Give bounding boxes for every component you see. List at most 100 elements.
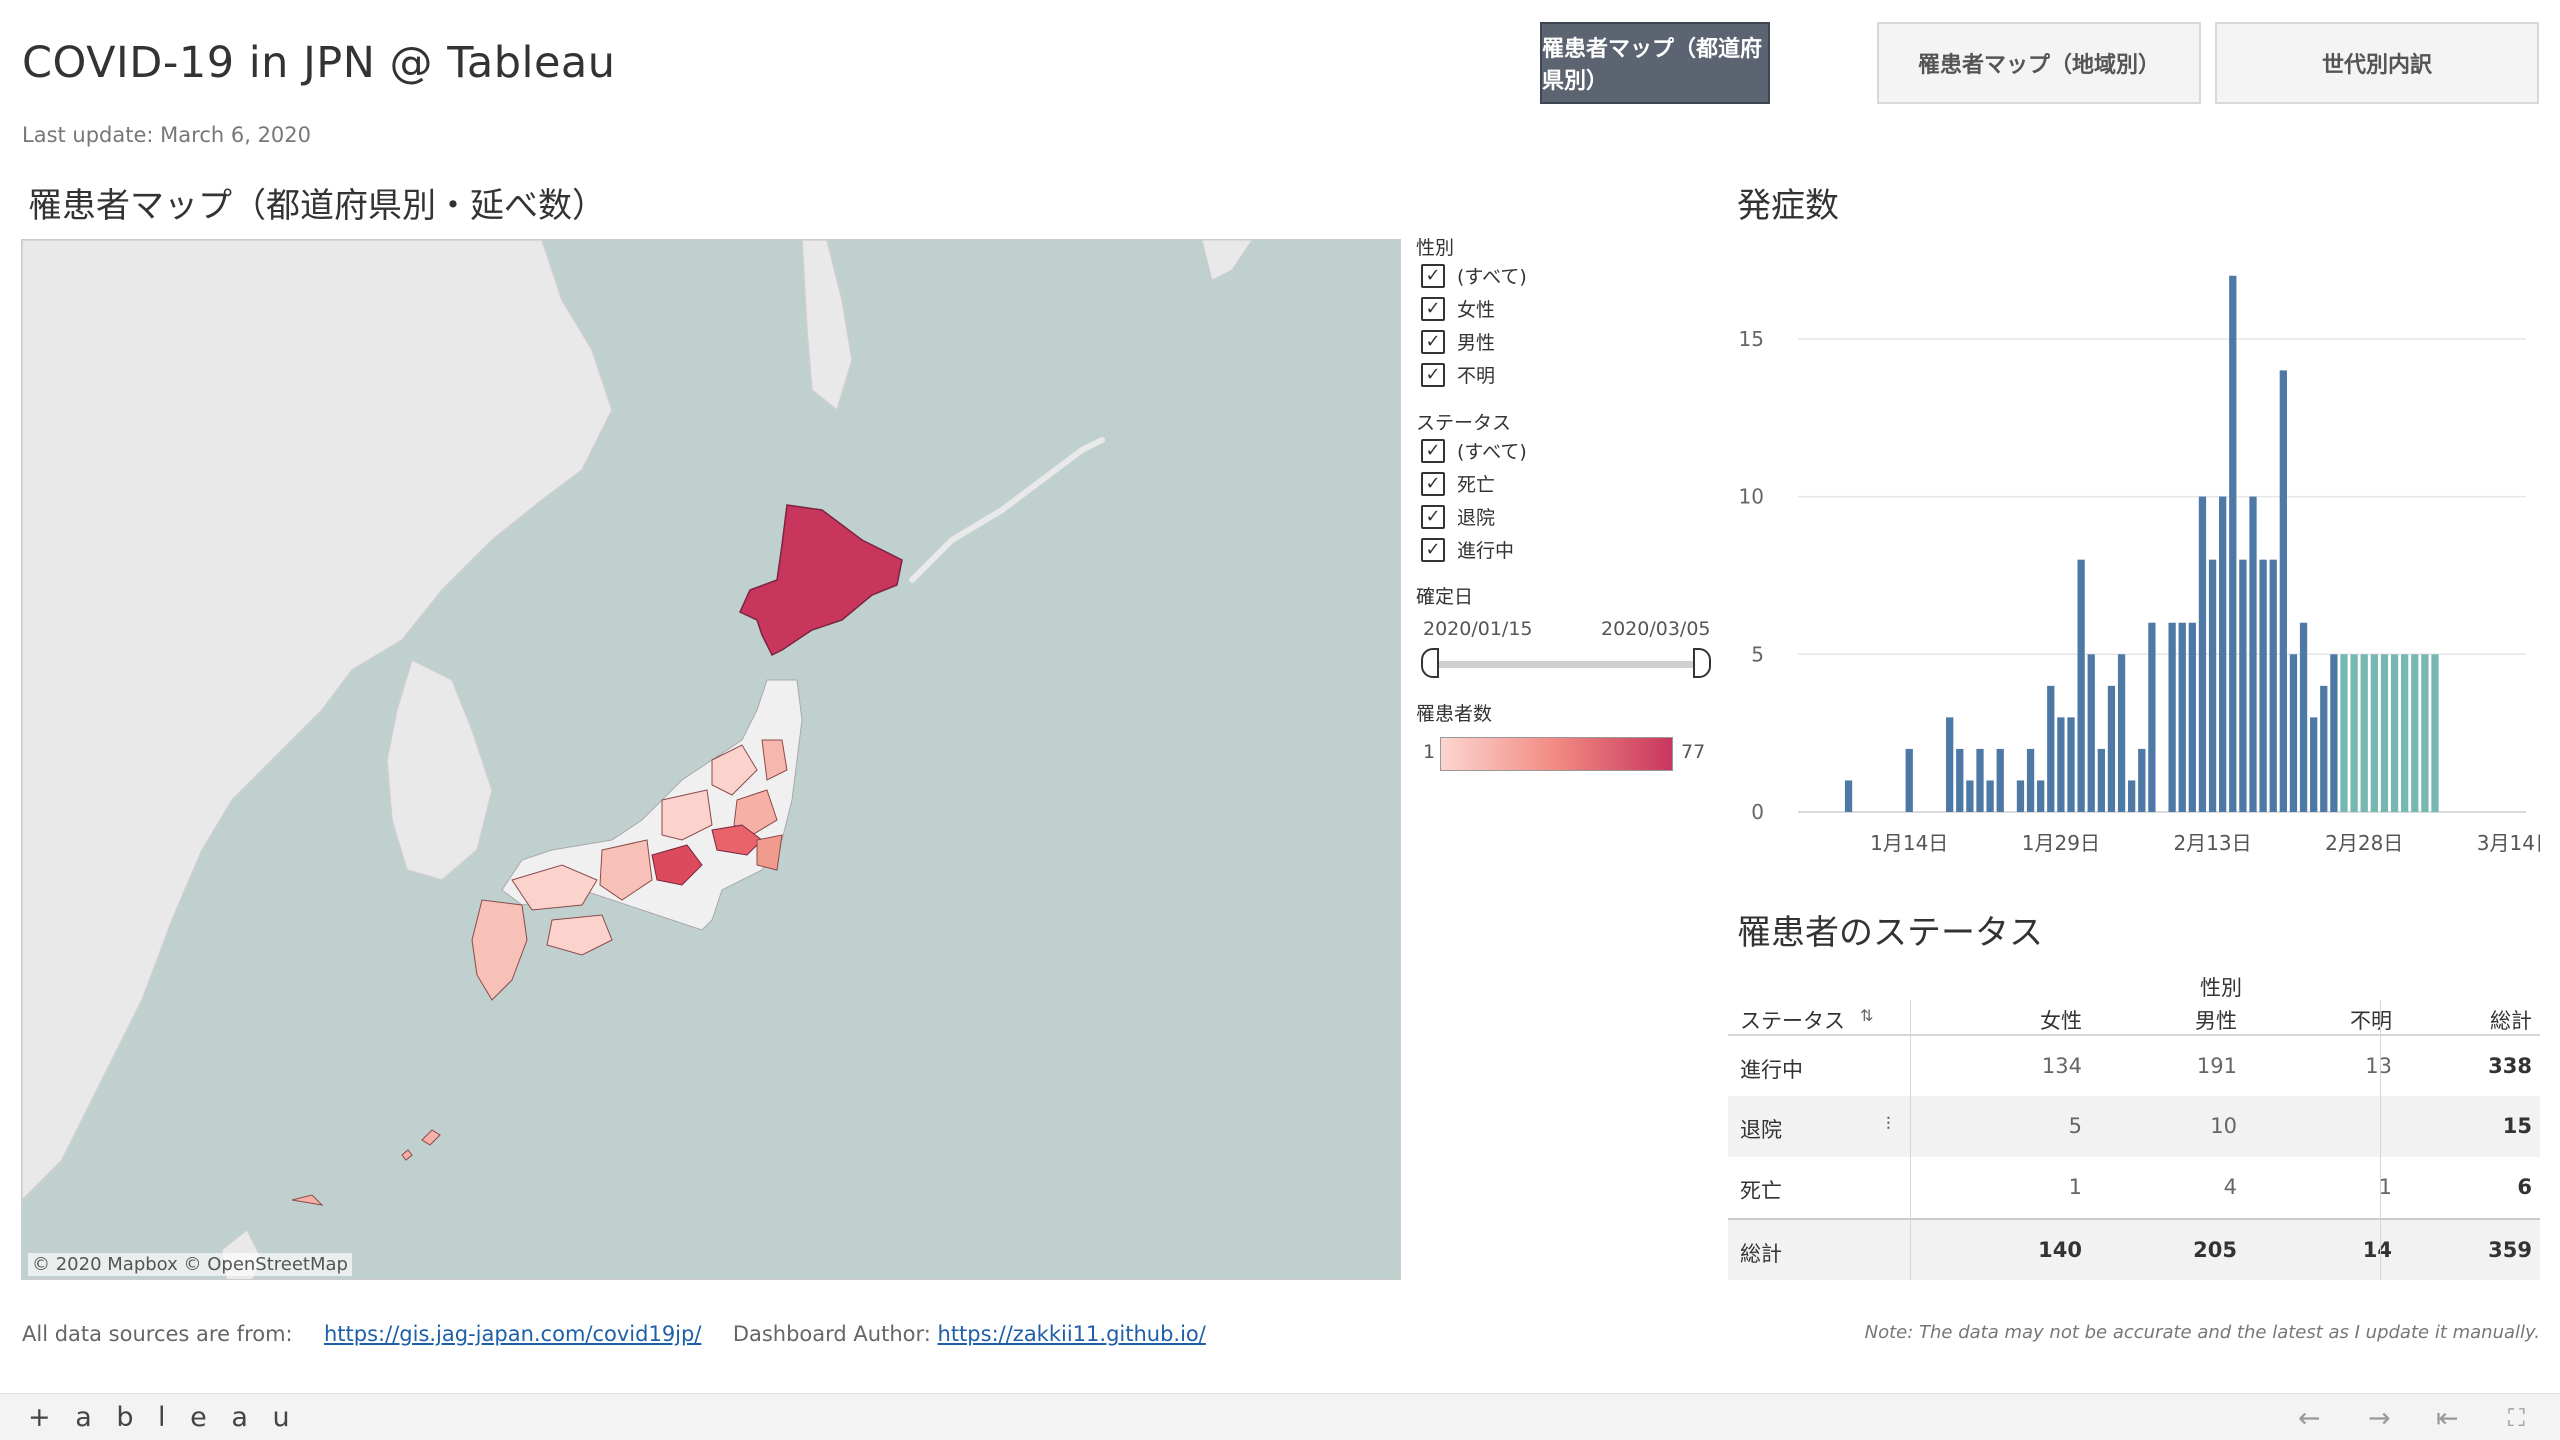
row-label: 退院: [1740, 1118, 1782, 1142]
onset-bar-chart[interactable]: 0 5 10 15 1月14日 1月29日 2月13日 2月28日 3月14日: [1728, 240, 2540, 880]
chart-bar[interactable]: [2117, 654, 2126, 812]
chart-bar[interactable]: [2431, 654, 2439, 812]
author-link[interactable]: https://zakkii11.github.io/: [938, 1322, 1206, 1346]
chart-bar[interactable]: [1996, 748, 2004, 812]
tab-prefecture-map[interactable]: 罹患者マップ（都道府県別）: [1540, 22, 1770, 104]
checkbox-checked-icon[interactable]: ✓: [1421, 362, 1445, 387]
chart-bar[interactable]: [2269, 559, 2277, 812]
chart-bar[interactable]: [2340, 654, 2348, 812]
chart-bar[interactable]: [2249, 496, 2257, 812]
chart-bar[interactable]: [1946, 717, 1954, 812]
checkbox-checked-icon[interactable]: ✓: [1421, 329, 1445, 354]
col-header-female: 女性: [2040, 1009, 2082, 1033]
table-row[interactable]: 退院 ⫶ 5 10 15: [1728, 1096, 2540, 1157]
checkbox-checked-icon[interactable]: ✓: [1421, 296, 1445, 321]
date-slider-start-handle[interactable]: [1421, 648, 1439, 678]
status-option-ongoing[interactable]: ✓ 進行中: [1421, 533, 1527, 566]
legend-max-label: 77: [1681, 741, 1706, 763]
date-slider-track[interactable]: [1430, 661, 1700, 668]
chart-bar[interactable]: [2259, 559, 2267, 812]
chart-bar[interactable]: [2087, 654, 2095, 812]
chart-bar[interactable]: [2037, 780, 2045, 812]
sort-icon[interactable]: ⇅: [1860, 1006, 1873, 1025]
date-slider-end-handle[interactable]: [1693, 648, 1711, 678]
chart-bar[interactable]: [2239, 559, 2247, 812]
chart-bar[interactable]: [2026, 748, 2035, 812]
chart-bar[interactable]: [2401, 654, 2409, 812]
chart-bar[interactable]: [2320, 685, 2328, 812]
status-option-all[interactable]: ✓ (すべて): [1421, 434, 1527, 467]
table-cell: 1: [2068, 1175, 2082, 1199]
revert-icon[interactable]: ⇤: [2436, 1403, 2459, 1434]
table-divider: [1910, 1000, 1911, 1280]
gender-option-male[interactable]: ✓ 男性: [1421, 325, 1527, 358]
chart-bar[interactable]: [2289, 654, 2298, 812]
status-option-discharged[interactable]: ✓ 退院: [1421, 500, 1527, 533]
mainland-landmass: [22, 240, 613, 1202]
row-label: 総計: [1740, 1242, 1782, 1266]
undo-icon[interactable]: ←: [2298, 1403, 2321, 1434]
chart-bar[interactable]: [2299, 622, 2308, 812]
chart-bar[interactable]: [2047, 685, 2055, 812]
chart-bar[interactable]: [1844, 780, 1853, 812]
chart-bar[interactable]: [1976, 748, 1984, 812]
chart-bar[interactable]: [2067, 717, 2075, 812]
gender-option-unknown[interactable]: ✓ 不明: [1421, 358, 1527, 391]
row-label: 死亡: [1740, 1179, 1782, 1203]
chart-bar[interactable]: [2380, 654, 2389, 812]
chart-bar[interactable]: [2421, 654, 2429, 812]
x-tick-label: 2月28日: [2325, 831, 2403, 855]
chart-bar[interactable]: [2208, 559, 2217, 812]
chart-bar[interactable]: [1905, 748, 1913, 812]
chart-bar[interactable]: [2330, 654, 2338, 812]
chart-bar[interactable]: [2350, 654, 2358, 812]
prefecture-map[interactable]: © 2020 Mapbox © OpenStreetMap: [21, 239, 1401, 1280]
chart-bar[interactable]: [2128, 780, 2136, 812]
checkbox-checked-icon[interactable]: ✓: [1421, 471, 1445, 496]
row-sort-icon[interactable]: ⫶: [1886, 1114, 1891, 1135]
tab-region-map[interactable]: 罹患者マップ（地域別）: [1877, 22, 2201, 104]
tableau-logo[interactable]: + a b l e a u: [28, 1402, 298, 1433]
chart-bar[interactable]: [2057, 717, 2065, 812]
checkbox-checked-icon[interactable]: ✓: [1421, 438, 1445, 463]
gender-option-female[interactable]: ✓ 女性: [1421, 292, 1527, 325]
chart-bar[interactable]: [2168, 622, 2176, 812]
chart-bar[interactable]: [2148, 622, 2156, 812]
table-cell: 140: [2038, 1238, 2082, 1262]
chart-bar[interactable]: [2188, 622, 2196, 812]
chart-bar[interactable]: [2370, 654, 2378, 812]
table-row[interactable]: 総計 140 205 14 359: [1728, 1218, 2540, 1280]
chart-bar[interactable]: [2107, 685, 2116, 812]
chart-bar[interactable]: [1986, 780, 1994, 812]
tab-age-breakdown[interactable]: 世代別内訳: [2215, 22, 2539, 104]
chart-bar[interactable]: [2219, 496, 2227, 812]
fullscreen-icon[interactable]: ⛶: [2508, 1404, 2525, 1432]
checkbox-checked-icon[interactable]: ✓: [1421, 263, 1445, 288]
chart-bar[interactable]: [2198, 496, 2207, 812]
pref-chiba: [756, 834, 783, 871]
chart-bar[interactable]: [2411, 654, 2419, 812]
chart-bar[interactable]: [2097, 748, 2105, 812]
checkbox-checked-icon[interactable]: ✓: [1421, 537, 1445, 562]
chart-bar[interactable]: [2138, 748, 2146, 812]
table-row[interactable]: 死亡 1 4 1 6: [1728, 1157, 2540, 1218]
chart-bar[interactable]: [2016, 780, 2025, 812]
table-cell: 359: [2488, 1238, 2532, 1262]
chart-bar[interactable]: [2310, 717, 2318, 812]
chart-bar[interactable]: [2360, 654, 2368, 812]
checkbox-checked-icon[interactable]: ✓: [1421, 504, 1445, 529]
chart-bar[interactable]: [2390, 654, 2399, 812]
status-option-death[interactable]: ✓ 死亡: [1421, 467, 1527, 500]
chart-bar[interactable]: [1966, 780, 1974, 812]
chart-bar[interactable]: [2279, 370, 2287, 812]
shikoku: [546, 914, 613, 956]
gender-option-all[interactable]: ✓ (すべて): [1421, 259, 1527, 292]
redo-icon[interactable]: →: [2368, 1403, 2391, 1434]
chart-bar[interactable]: [1956, 748, 1964, 812]
chart-bar[interactable]: [2178, 622, 2186, 812]
y-tick-label: 5: [1751, 642, 1764, 666]
chart-bar[interactable]: [2229, 275, 2237, 812]
chart-bar[interactable]: [2077, 559, 2085, 812]
table-row[interactable]: 進行中 134 191 13 338: [1728, 1036, 2540, 1097]
sources-link[interactable]: https://gis.jag-japan.com/covid19jp/: [324, 1322, 701, 1346]
